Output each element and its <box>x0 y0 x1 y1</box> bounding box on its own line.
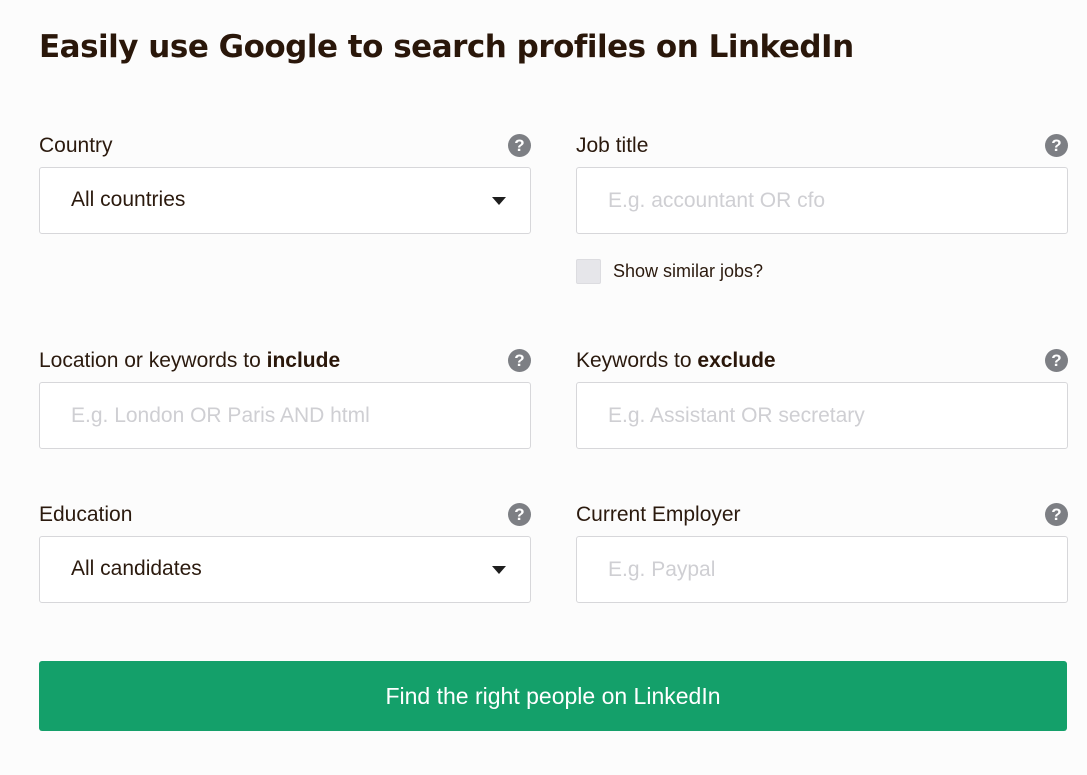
include-keywords-input[interactable] <box>40 383 530 448</box>
education-help-icon[interactable]: ? <box>508 503 531 526</box>
exclude-keywords-input[interactable] <box>577 383 1067 448</box>
include-keywords-field: Location or keywords to include ? <box>39 348 531 449</box>
include-keywords-input-box <box>39 382 531 449</box>
job-title-label: Job title <box>576 134 649 157</box>
job-title-field: Job title ? <box>576 133 1068 234</box>
similar-jobs-checkbox[interactable] <box>576 259 601 284</box>
country-field: Country ? All countries <box>39 133 531 234</box>
employer-field: Current Employer ? <box>576 502 1068 603</box>
education-field: Education ? All candidates <box>39 502 531 603</box>
similar-jobs-label[interactable]: Show similar jobs? <box>613 261 763 282</box>
employer-input[interactable] <box>577 537 1067 602</box>
employer-input-box <box>576 536 1068 603</box>
country-label: Country <box>39 134 113 157</box>
exclude-label-emphasis: exclude <box>697 349 776 372</box>
exclude-keywords-label: Keywords to exclude <box>576 348 776 374</box>
exclude-keywords-input-box <box>576 382 1068 449</box>
caret-down-icon <box>492 566 506 574</box>
country-select[interactable]: All countries <box>39 167 531 234</box>
exclude-label-prefix: Keywords to <box>576 349 698 372</box>
employer-label: Current Employer <box>576 503 741 526</box>
exclude-keywords-field: Keywords to exclude ? <box>576 348 1068 449</box>
caret-down-icon <box>492 197 506 205</box>
include-help-icon[interactable]: ? <box>508 349 531 372</box>
education-selected-value: All candidates <box>71 557 202 580</box>
job-title-help-icon[interactable]: ? <box>1045 134 1068 157</box>
country-help-icon[interactable]: ? <box>508 134 531 157</box>
page-title: Easily use Google to search profiles on … <box>39 29 854 65</box>
job-title-input-box <box>576 167 1068 234</box>
employer-help-icon[interactable]: ? <box>1045 503 1068 526</box>
education-select[interactable]: All candidates <box>39 536 531 603</box>
include-label-prefix: Location or keywords to <box>39 349 267 372</box>
exclude-help-icon[interactable]: ? <box>1045 349 1068 372</box>
country-selected-value: All countries <box>71 188 186 211</box>
include-label-emphasis: include <box>266 349 341 372</box>
find-people-button[interactable]: Find the right people on LinkedIn <box>39 661 1067 731</box>
job-title-input[interactable] <box>577 168 1067 233</box>
education-label: Education <box>39 503 133 526</box>
include-keywords-label: Location or keywords to include <box>39 348 340 374</box>
